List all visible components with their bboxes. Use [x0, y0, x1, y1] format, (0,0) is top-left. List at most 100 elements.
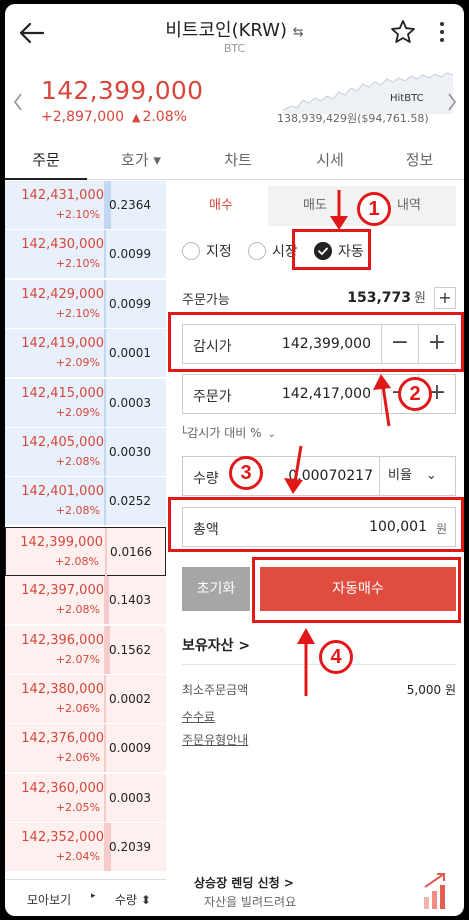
orderbook-quantity: 0.0003	[109, 790, 151, 805]
orderbook-percent: +2.08%	[55, 455, 100, 468]
annotation-number-3: 3	[229, 456, 263, 490]
radio-unchecked-icon	[182, 242, 200, 260]
order-type-limit[interactable]: 지정	[182, 241, 232, 263]
available-label: 주문가능	[182, 293, 230, 308]
orderbook-percent: +2.04%	[55, 850, 100, 864]
swap-icon: ⇆	[292, 25, 304, 40]
orderbook-price: 142,360,000	[21, 780, 104, 796]
orderbook-quantity: 0.1403	[109, 593, 151, 608]
volume-bar	[104, 477, 106, 526]
orderbook-bid-row[interactable]: 142,399,000 +2.08% 0.0166	[5, 526, 166, 576]
tab-orderbook[interactable]: 호가 ▾	[97, 140, 185, 180]
volume-bar	[104, 773, 106, 822]
fee-link[interactable]: 수수료	[182, 708, 215, 725]
tab-info[interactable]: 정보	[375, 140, 464, 180]
min-order-value: 5,000 원	[406, 683, 456, 697]
volume-bar	[104, 230, 106, 279]
order-type-guide-link[interactable]: 주문유형안내	[182, 731, 248, 748]
orderbook-price: 142,397,000	[21, 583, 104, 599]
orderbook-quantity: 0.2039	[109, 840, 151, 855]
orderbook-ask-row[interactable]: 142,405,000 +2.08% 0.0030	[5, 428, 166, 477]
orderbook-quantity: 0.0252	[109, 494, 151, 509]
orderbook-percent: +2.09%	[55, 405, 100, 419]
orderbook: 142,431,000 +2.10% 0.2364 142,430,000 +2.10%…	[5, 181, 166, 881]
volume-bar	[104, 329, 106, 378]
more-vertical-icon[interactable]	[435, 16, 449, 48]
orderbook-percent: +2.10%	[55, 306, 100, 320]
orderbook-ask-row[interactable]: 142,401,000 +2.08% 0.0252	[5, 477, 166, 527]
price-change: +2,897,000 ▲ 2.08%	[41, 109, 187, 125]
orderbook-bid-row[interactable]: 142,360,000 +2.05% 0.0003	[5, 773, 166, 823]
app-frame: 비트코인(KRW) ⇆ BTC 142,399,000 +2,897,000 ▲ 2…	[5, 4, 464, 916]
orderbook-price: 142,399,000	[20, 534, 103, 550]
tab-chart[interactable]: 차트	[193, 140, 283, 180]
orderbook-quantity: 0.0030	[109, 445, 151, 459]
orderbook-bid-row[interactable]: 142,396,000 +2.07% 0.1562	[5, 625, 166, 675]
header: 비트코인(KRW) ⇆ BTC	[5, 4, 464, 66]
current-price: 142,399,000	[41, 76, 204, 105]
orderbook-quantity: 0.0009	[109, 741, 151, 756]
orderbook-quantity: 0.0002	[109, 692, 151, 706]
annotation-arrow-up-icon	[373, 374, 391, 427]
orderbook-price: 142,396,000	[21, 632, 104, 648]
main-tabs: 주문 호가 ▾ 차트 시세 정보	[5, 140, 464, 180]
ratio-dropdown[interactable]: └감시가 대비 % ⌄	[180, 424, 276, 441]
chevron-right-icon[interactable]	[445, 90, 459, 114]
orderbook-price: 142,401,000	[21, 484, 104, 500]
order-subtabs: 매수 매도 내역	[174, 186, 456, 226]
orderbook-quantity: 0.0166	[110, 544, 152, 559]
orderbook-ask-row[interactable]: 142,431,000 +2.10% 0.2364	[5, 181, 166, 230]
orderbook-percent: +2.08%	[54, 554, 99, 568]
min-order-label: 최소주문금액	[182, 683, 249, 697]
orderbook-bid-row[interactable]: 142,376,000 +2.06% 0.0009	[5, 724, 166, 774]
tab-market[interactable]: 시세	[285, 140, 375, 180]
orderbook-bid-row[interactable]: 142,352,000 +2.04% 0.2039	[5, 823, 166, 873]
orderbook-bid-row[interactable]: 142,380,000 +2.06% 0.0002	[5, 675, 166, 724]
lending-banner-subtitle: 자산을 빌려드려요	[204, 895, 297, 909]
orderbook-quantity: 0.2364	[109, 198, 151, 212]
quantity-sort-button[interactable]: 수량 ⬍	[115, 891, 151, 908]
ratio-select[interactable]: 비율 ⌄	[379, 457, 455, 495]
orderbook-percent: +2.07%	[55, 652, 100, 666]
annotation-box-4	[252, 557, 461, 623]
annotation-box-3	[168, 497, 464, 552]
orderbook-quantity: 0.0099	[109, 296, 151, 311]
orderbook-price: 142,429,000	[21, 286, 104, 302]
exchange-label: HitBTC	[390, 93, 424, 104]
orderbook-price: 142,430,000	[21, 237, 104, 253]
tab-order[interactable]: 주문	[5, 140, 87, 180]
available-plus-button[interactable]: +	[434, 287, 456, 309]
orderbook-price: 142,380,000	[21, 682, 104, 697]
orderbook-price: 142,376,000	[21, 731, 104, 747]
star-icon[interactable]	[389, 18, 417, 46]
orderbook-ask-row[interactable]: 142,430,000 +2.10% 0.0099	[5, 230, 166, 280]
annotation-number-2: 2	[398, 377, 432, 411]
chevron-down-icon: ⌄	[267, 429, 276, 440]
annotation-number-1: 1	[357, 192, 391, 226]
up-triangle-icon: ▲	[131, 111, 141, 124]
annotation-arrow-down-icon	[330, 190, 348, 230]
orderbook-ask-row[interactable]: 142,419,000 +2.09% 0.0001	[5, 329, 166, 379]
orderbook-footer: 모아보기 ▸ 수량 ⬍	[5, 879, 166, 916]
group-view-button[interactable]: 모아보기	[27, 891, 71, 908]
annotation-number-4: 4	[319, 640, 353, 674]
orderbook-quantity: 0.1562	[109, 642, 151, 657]
orderbook-price: 142,431,000	[21, 188, 104, 203]
subtab-buy[interactable]: 매수	[174, 186, 268, 226]
quantity-field[interactable]: 수량 0.00070217 비율 ⌄	[182, 456, 456, 496]
volume-bar	[104, 724, 106, 773]
divider	[182, 664, 456, 665]
orderbook-ask-row[interactable]: 142,415,000 +2.09% 0.0003	[5, 378, 166, 428]
orderbook-percent: +2.08%	[55, 603, 100, 617]
orderbook-percent: +2.06%	[55, 702, 100, 715]
chevron-left-icon[interactable]	[11, 90, 25, 114]
orderbook-bid-row[interactable]: 142,397,000 +2.08% 0.1403	[5, 576, 166, 626]
reset-button[interactable]: 초기화	[182, 567, 250, 611]
orderbook-ask-row[interactable]: 142,429,000 +2.10% 0.0099	[5, 279, 166, 329]
orderbook-quantity: 0.0003	[109, 395, 151, 410]
lending-banner-title[interactable]: 상승장 렌딩 신청 >	[194, 874, 294, 891]
holdings-link[interactable]: 보유자산 >	[182, 635, 250, 655]
orderbook-price: 142,419,000	[21, 336, 104, 352]
order-type-market[interactable]: 시장	[248, 241, 298, 263]
volume-bar	[104, 378, 106, 427]
